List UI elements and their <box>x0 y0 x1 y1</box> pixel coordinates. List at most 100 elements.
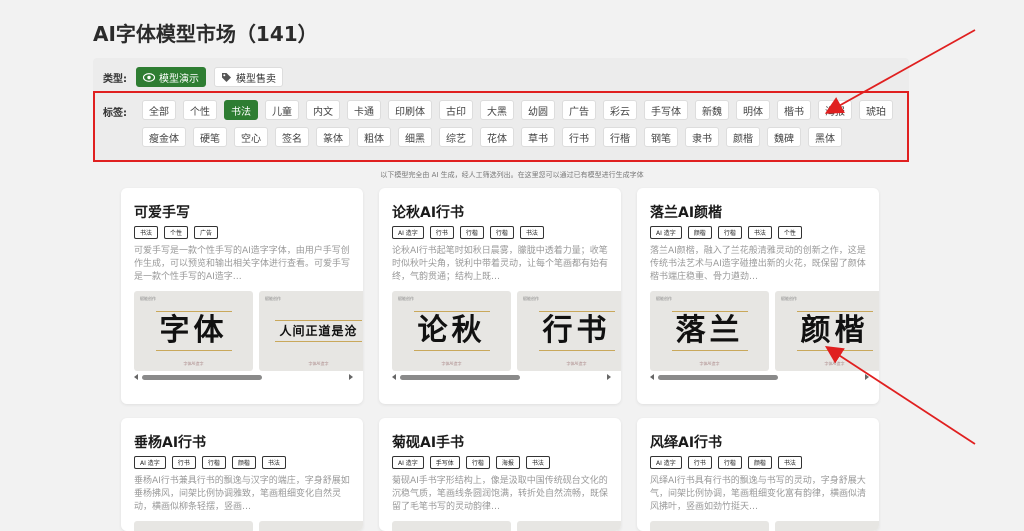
type-sale-button[interactable]: 模型售卖 <box>214 67 283 87</box>
card-title[interactable]: 落兰AI颜楷 <box>650 202 722 222</box>
tag-chip[interactable]: 书法 <box>224 100 258 120</box>
font-preview-image[interactable] <box>134 521 253 531</box>
thumbnail-scrollbar[interactable] <box>650 374 869 381</box>
thumb-footer: 字体AI造字 <box>699 361 720 366</box>
card-title[interactable]: 可爱手写 <box>134 202 190 222</box>
tag-chip[interactable]: 硬笔 <box>193 127 227 147</box>
scroll-right-icon[interactable] <box>349 374 353 380</box>
tag-chip[interactable]: 海报 <box>818 100 852 120</box>
tag-chip[interactable]: 钢笔 <box>644 127 678 147</box>
tag-chip[interactable]: 琥珀 <box>859 100 893 120</box>
font-model-card[interactable]: 风绎AI行书 AI 造字 行书 行楷 颜楷 书法 风绎AI行书具有行书的飘逸与书写的灵动，字… <box>637 418 879 531</box>
thumb-caption: 赋能创作 <box>781 296 797 301</box>
card-tag: 手写体 <box>429 456 460 469</box>
page-title: AI字体模型市场（141） <box>93 22 318 46</box>
tag-chip[interactable]: 魏碑 <box>767 127 801 147</box>
thumb-footer: 字体AI造字 <box>183 361 204 366</box>
font-preview-image[interactable]: 赋能创作 颜楷 字体AI造字 <box>775 291 879 371</box>
tag-chip[interactable]: 空心 <box>234 127 268 147</box>
tag-chip[interactable]: 行书 <box>562 127 596 147</box>
tag-chip[interactable]: 签名 <box>275 127 309 147</box>
font-model-card[interactable]: 论秋AI行书 AI 造字 行书 行楷 行楷 书法论秋AI行书起笔时如秋日晨雾，朦胧中透着力… <box>379 188 621 404</box>
scroll-left-icon[interactable] <box>392 374 396 380</box>
scrollbar-thumb[interactable] <box>142 375 262 380</box>
scrollbar-thumb[interactable] <box>400 375 520 380</box>
tag-chip[interactable]: 大黑 <box>480 100 514 120</box>
font-preview-image[interactable]: 赋能创作 落兰 字体AI造字 <box>650 291 769 371</box>
font-sample-text: 颜楷 <box>796 311 873 351</box>
tag-chip[interactable]: 行楷 <box>603 127 637 147</box>
type-demo-button[interactable]: 模型演示 <box>136 67 206 87</box>
tag-chip[interactable]: 儿童 <box>265 100 299 120</box>
tag-chip[interactable]: 新魏 <box>695 100 729 120</box>
tag-chip[interactable]: 印刷体 <box>388 100 432 120</box>
card-thumbnails: 赋能创作 字体 字体AI造字 赋能创作 人间正道是沧 字体AI造字 <box>134 291 363 371</box>
card-title[interactable]: 垂杨AI行书 <box>134 432 206 452</box>
card-title[interactable]: 风绎AI行书 <box>650 432 722 452</box>
card-description: 可爱手写是一款个性手写的AI造字字体，由用户手写创作生成，可以预览和输出相关字体… <box>134 246 351 282</box>
tag-chip[interactable]: 内文 <box>306 100 340 120</box>
tag-chip[interactable]: 全部 <box>142 100 176 120</box>
font-model-card[interactable]: 菊砚AI手书 AI 造字 手写体 行楷 海报 书法 菊砚AI手书字形结构上，像是汲取中国传统… <box>379 418 621 531</box>
card-tag: 海报 <box>495 456 520 469</box>
font-preview-image[interactable] <box>392 521 511 531</box>
font-preview-image[interactable] <box>650 521 769 531</box>
tag-chip[interactable]: 细黑 <box>398 127 432 147</box>
tag-chip[interactable]: 粗体 <box>357 127 391 147</box>
card-tag: 行书 <box>687 456 712 469</box>
type-demo-label: 模型演示 <box>159 73 199 85</box>
font-model-card[interactable]: 落兰AI颜楷 AI 造字 颜楷 行楷 书法 个性 落兰AI颜楷，融入了兰花般清雅灵动的创新之… <box>637 188 879 404</box>
font-preview-image[interactable]: 赋能创作 人间正道是沧 字体AI造字 <box>259 291 363 371</box>
tag-chip[interactable]: 隶书 <box>685 127 719 147</box>
card-tag: AI 造字 <box>650 456 682 469</box>
card-tags: AI 造字 行书 行楷 行楷 书法 <box>392 226 544 239</box>
card-tags: AI 造字 行书 行楷 颜楷 书法 <box>650 456 802 469</box>
scroll-left-icon[interactable] <box>134 374 138 380</box>
font-preview-image[interactable]: 赋能创作 行书 字体AI造字 <box>517 291 621 371</box>
thumb-footer: 字体AI造字 <box>824 361 845 366</box>
card-tag: 个性 <box>777 226 802 239</box>
font-preview-image[interactable]: 赋能创作 字体 字体AI造字 <box>134 291 253 371</box>
font-model-card[interactable]: 可爱手写 书法 个性 广告 可爱手写是一款个性手写的AI造字字体，由用户手写创作生成，可… <box>121 188 363 404</box>
font-sample-text: 人间正道是沧 <box>275 320 362 342</box>
tag-chip[interactable]: 卡通 <box>347 100 381 120</box>
font-preview-image[interactable] <box>259 521 363 531</box>
font-model-card[interactable]: 垂杨AI行书 AI 造字 行书 行楷 颜楷 书法 垂杨AI行书兼具行书的飘逸与汉字的端庄，字… <box>121 418 363 531</box>
card-description: 落兰AI颜楷，融入了兰花般清雅灵动的创新之作，这是传统书法艺术与AI造字碰撞出新… <box>650 246 866 282</box>
card-tag: 广告 <box>194 226 219 239</box>
tag-chip[interactable]: 手写体 <box>644 100 688 120</box>
card-title[interactable]: 论秋AI行书 <box>392 202 464 222</box>
scroll-right-icon[interactable] <box>607 374 611 380</box>
tag-chip[interactable]: 瘦金体 <box>142 127 186 147</box>
card-tag: 颜楷 <box>231 456 256 469</box>
thumbnail-scrollbar[interactable] <box>134 374 353 381</box>
tag-chip[interactable]: 彩云 <box>603 100 637 120</box>
card-tag: 书法 <box>261 456 286 469</box>
scrollbar-thumb[interactable] <box>658 375 778 380</box>
font-preview-image[interactable]: 赋能创作 论秋 字体AI造字 <box>392 291 511 371</box>
tag-chip[interactable]: 明体 <box>736 100 770 120</box>
tag-chip[interactable]: 古印 <box>439 100 473 120</box>
card-description: 论秋AI行书起笔时如秋日晨雾，朦胧中透着力量；收笔时似秋叶尖角，锐利中带着灵动，… <box>392 246 609 282</box>
font-preview-image[interactable] <box>775 521 879 531</box>
tag-chip[interactable]: 综艺 <box>439 127 473 147</box>
font-preview-image[interactable] <box>517 521 621 531</box>
tag-chip[interactable]: 草书 <box>521 127 555 147</box>
tag-chip[interactable]: 颜楷 <box>726 127 760 147</box>
scroll-left-icon[interactable] <box>650 374 654 380</box>
type-filter-row: 类型: 模型演示 模型售卖 <box>103 67 291 87</box>
card-tag: AI 造字 <box>392 456 424 469</box>
scroll-right-icon[interactable] <box>865 374 869 380</box>
card-title[interactable]: 菊砚AI手书 <box>392 432 464 452</box>
card-tag: 书法 <box>525 456 550 469</box>
tag-chip[interactable]: 黑体 <box>808 127 842 147</box>
card-tag: 行书 <box>171 456 196 469</box>
tag-chip[interactable]: 篆体 <box>316 127 350 147</box>
tag-chip[interactable]: 广告 <box>562 100 596 120</box>
tag-chip[interactable]: 花体 <box>480 127 514 147</box>
tag-chip[interactable]: 个性 <box>183 100 217 120</box>
thumbnail-scrollbar[interactable] <box>392 374 611 381</box>
tag-chip[interactable]: 楷书 <box>777 100 811 120</box>
font-sample-text: 行书 <box>538 311 615 351</box>
tag-chip[interactable]: 幼圆 <box>521 100 555 120</box>
